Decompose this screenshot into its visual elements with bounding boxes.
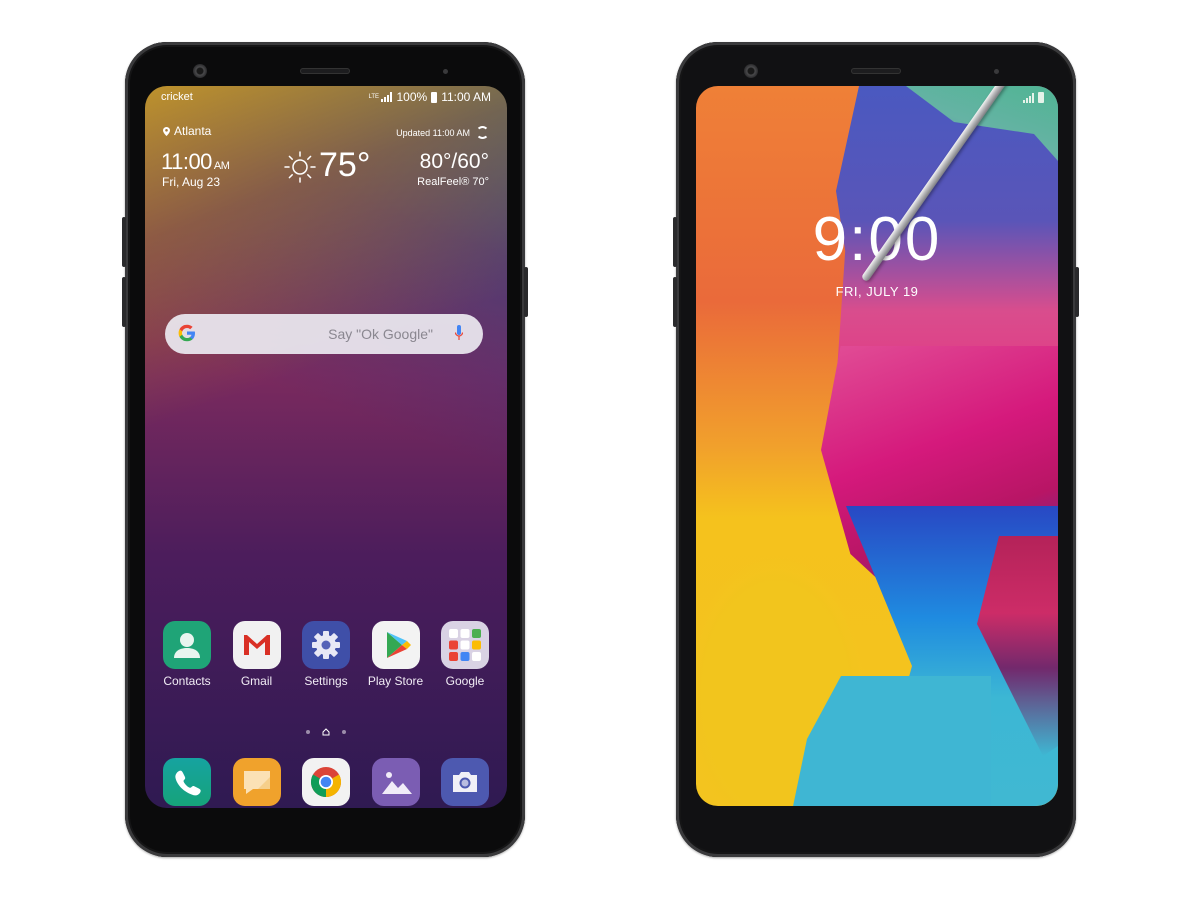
dock (153, 758, 499, 806)
refresh-icon[interactable] (476, 126, 489, 139)
contacts-icon (163, 621, 211, 669)
settings-icon (302, 621, 350, 669)
dock-messages[interactable] (223, 758, 291, 806)
page-dot[interactable] (306, 730, 310, 734)
proximity-sensor (994, 69, 999, 74)
current-temperature: 75° (319, 146, 371, 184)
earpiece-speaker (851, 68, 901, 74)
proximity-sensor (443, 69, 448, 74)
dock-phone[interactable] (153, 758, 221, 806)
page-indicator (145, 728, 507, 736)
dock-gallery[interactable] (362, 758, 430, 806)
weather-location[interactable]: Atlanta (163, 124, 211, 138)
volume-down-button (122, 277, 126, 327)
gmail-icon (232, 621, 281, 669)
gallery-icon (371, 758, 420, 806)
volume-down-button (673, 277, 677, 327)
app-google-folder[interactable]: Google (431, 621, 499, 688)
signal-icon (381, 92, 393, 102)
power-button (1075, 267, 1079, 317)
app-grid-row: Contacts Gmail Settings Play Store Googl… (153, 621, 499, 688)
high-low-temperature: 80°/60° (419, 150, 489, 173)
front-camera (193, 64, 207, 78)
weather-updated: Updated 11:00 AM (396, 126, 489, 139)
location-name: Atlanta (174, 124, 212, 138)
updated-time: Updated 11:00 AM (396, 127, 470, 138)
microphone-icon[interactable] (455, 325, 463, 343)
app-settings[interactable]: Settings (292, 621, 360, 688)
widget-clock: 11:00 AM (161, 149, 230, 175)
chrome-icon (302, 758, 350, 806)
app-label: Contacts (163, 674, 211, 688)
lte-icon: LTE (368, 94, 380, 100)
home-screen: cricket LTE 100% 11:00 AM Atlanta Update… (145, 86, 507, 808)
volume-up-button (122, 217, 126, 267)
page-dot[interactable] (342, 730, 346, 734)
status-time: 11:00 AM (441, 90, 491, 104)
wallpaper-shape (791, 676, 991, 806)
realfeel-temperature: RealFeel® 70° (417, 176, 489, 188)
google-logo-icon (177, 323, 197, 349)
sun-icon (284, 151, 316, 183)
power-button (524, 267, 528, 317)
app-contacts[interactable]: Contacts (153, 621, 221, 688)
messages-icon (232, 758, 281, 806)
app-play-store[interactable]: Play Store (362, 621, 430, 688)
app-label: Gmail (240, 674, 273, 688)
google-search-bar[interactable]: Say "Ok Google" (165, 314, 483, 354)
app-label: Settings (304, 674, 348, 688)
phone-icon (163, 758, 211, 806)
battery-icon (431, 91, 438, 103)
clock-time: 11:00 (161, 149, 212, 174)
carrier-name: cricket (161, 91, 193, 103)
status-bar: cricket LTE 100% 11:00 AM (145, 86, 507, 110)
volume-up-button (673, 217, 677, 267)
app-label: Play Store (367, 674, 424, 688)
lock-screen-date: FRI, JULY 19 (835, 284, 919, 299)
app-label: Google (445, 674, 485, 688)
battery-percent: 100% (396, 90, 428, 104)
app-gmail[interactable]: Gmail (223, 621, 291, 688)
signal-icon (1023, 93, 1034, 103)
google-folder-icon (441, 621, 489, 669)
front-camera (744, 64, 758, 78)
widget-date: Fri, Aug 23 (162, 175, 221, 189)
status-bar (1023, 92, 1044, 103)
phone-lock-screen: 9:00 FRI, JULY 19 (673, 42, 1079, 857)
clock-ampm: AM (213, 160, 230, 172)
location-pin-icon (163, 126, 170, 136)
search-placeholder: Say "Ok Google" (328, 326, 433, 342)
dock-camera[interactable] (431, 758, 499, 806)
lock-screen: 9:00 FRI, JULY 19 (696, 86, 1058, 806)
earpiece-speaker (300, 68, 350, 74)
dock-chrome[interactable] (292, 758, 360, 806)
phone-home-screen: cricket LTE 100% 11:00 AM Atlanta Update… (122, 42, 528, 857)
home-page-indicator-icon[interactable] (322, 728, 330, 736)
battery-icon (1038, 92, 1044, 103)
play-store-icon (371, 621, 420, 669)
camera-icon (441, 758, 489, 806)
